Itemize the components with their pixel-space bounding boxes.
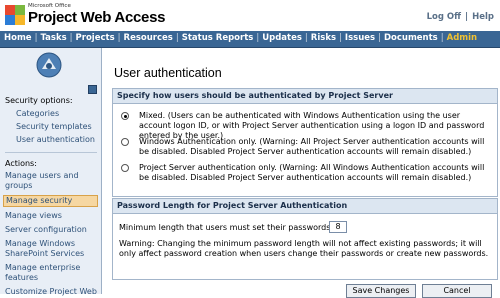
nav-separator: | (304, 33, 308, 43)
password-section: Password Length for Project Server Authe… (112, 198, 498, 280)
sidebar-link-security-templates[interactable]: Security templates (16, 122, 92, 131)
sidebar-action-customize[interactable]: Customize Project Web (5, 287, 97, 296)
security-options-heading: Security options: (5, 96, 73, 105)
main-nav: Home | Tasks | Projects | Resources | Status Rep… (0, 31, 500, 48)
sidebar-action-server-configuration[interactable]: Server configuration (5, 225, 87, 234)
option-windows-label: Windows Authentication only. (Warning: A… (139, 137, 485, 156)
cancel-button[interactable]: Cancel (422, 284, 492, 298)
sidebar-action-manage-users[interactable]: Manage users and groups (5, 171, 97, 191)
nav-item-tasks[interactable]: Tasks (40, 33, 66, 43)
nav-separator: | (117, 33, 121, 43)
auth-section-heading: Specify how users should be authenticate… (113, 89, 497, 104)
main-content: User authentication Specify how users sh… (102, 48, 500, 298)
nav-item-resources[interactable]: Resources (124, 33, 173, 43)
nav-item-admin[interactable]: Admin (447, 33, 478, 43)
nav-item-issues[interactable]: Issues (345, 33, 375, 43)
password-warning: Warning: Changing the minimum password l… (119, 239, 489, 258)
nav-separator: | (69, 33, 73, 43)
nav-separator: | (440, 33, 444, 43)
sidebar: Security options: Categories Security te… (0, 48, 102, 296)
radio-windows[interactable]: Windows Authentication only. (Warning: A… (121, 137, 491, 159)
min-length-input[interactable]: 8 (329, 221, 347, 233)
sidebar-action-manage-security[interactable]: Manage security (3, 195, 98, 207)
top-header: Microsoft Office Project Web Access Log … (0, 0, 500, 31)
top-link-separator: | (465, 12, 469, 22)
auth-section: Specify how users should be authenticate… (112, 88, 498, 197)
actions-heading: Actions: (5, 159, 37, 168)
min-length-label: Minimum length that users must set their… (119, 223, 344, 232)
nav-item-documents[interactable]: Documents (384, 33, 438, 43)
nav-items: Home | Tasks | Projects | Resources | Status Rep… (4, 33, 477, 43)
option-project-server-label: Project Server authentication only. (War… (139, 163, 485, 182)
nav-item-home[interactable]: Home (4, 33, 32, 43)
nav-item-updates[interactable]: Updates (262, 33, 302, 43)
sidebar-action-manage-wss[interactable]: Manage Windows SharePoint Services (5, 239, 97, 259)
radio-project-server[interactable]: Project Server authentication only. (War… (121, 163, 491, 185)
page-title: User authentication (114, 66, 222, 80)
collapse-pane-icon[interactable] (88, 85, 97, 94)
save-changes-button[interactable]: Save Changes (346, 284, 416, 298)
radio-button-mixed[interactable] (121, 112, 129, 120)
top-links: Log Off | Help (423, 12, 494, 22)
nav-item-risks[interactable]: Risks (311, 33, 336, 43)
logoff-link[interactable]: Log Off (427, 12, 461, 22)
sidebar-link-categories[interactable]: Categories (16, 109, 59, 118)
radio-mixed[interactable]: Mixed. (Users can be authenticated with … (121, 111, 491, 140)
radio-button-windows[interactable] (121, 138, 129, 146)
password-section-heading: Password Length for Project Server Authe… (113, 199, 497, 214)
app-title: Project Web Access (28, 9, 166, 26)
nav-separator: | (256, 33, 260, 43)
sidebar-action-manage-views[interactable]: Manage views (5, 211, 62, 220)
nav-separator: | (34, 33, 38, 43)
sidebar-divider (5, 152, 97, 153)
office-logo-icon (4, 4, 26, 26)
nav-item-status-reports[interactable]: Status Reports (182, 33, 254, 43)
sidebar-link-user-authentication[interactable]: User authentication (16, 135, 95, 144)
nav-separator: | (339, 33, 342, 43)
sidebar-action-enterprise-features[interactable]: Manage enterprise features (5, 263, 97, 283)
nav-separator: | (378, 33, 381, 43)
radio-button-project-server[interactable] (121, 164, 129, 172)
nav-separator: | (175, 33, 179, 43)
project-logo-icon (36, 52, 62, 78)
help-link[interactable]: Help (472, 12, 494, 22)
nav-item-projects[interactable]: Projects (76, 33, 115, 43)
